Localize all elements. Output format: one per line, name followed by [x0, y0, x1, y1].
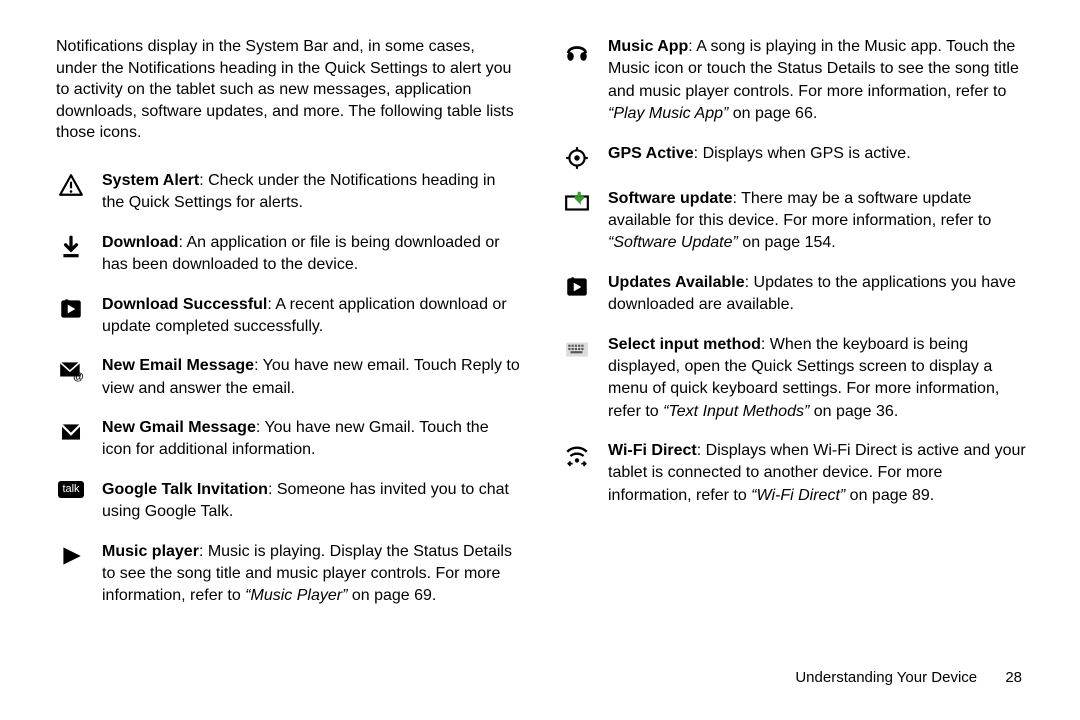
item-title: New Gmail Message: [102, 419, 256, 436]
footer-section: Understanding Your Device: [795, 669, 977, 686]
item-new-email: @ New Email Message: You have new email.…: [56, 355, 520, 400]
item-download: Download: An application or file is bein…: [56, 232, 520, 277]
item-text: Select input method: When the keyboard i…: [608, 334, 1026, 424]
page-footer: Understanding Your Device 28: [795, 669, 1022, 686]
item-ref-tail: on page 154.: [738, 234, 836, 251]
item-ref-tail: on page 66.: [728, 105, 817, 122]
right-column: Music App: A song is playing in the Musi…: [562, 36, 1026, 608]
item-title: System Alert: [102, 172, 199, 189]
item-text: Software update: There may be a software…: [608, 188, 1026, 255]
download-icon: [56, 232, 86, 260]
headphones-icon: [562, 36, 592, 64]
item-title: Google Talk Invitation: [102, 481, 268, 498]
item-ref-tail: on page 89.: [845, 487, 934, 504]
item-text: Wi-Fi Direct: Displays when Wi-Fi Direct…: [608, 440, 1026, 507]
item-text: Updates Available: Updates to the applic…: [608, 272, 1026, 317]
right-item-list: Music App: A song is playing in the Musi…: [562, 36, 1026, 507]
item-text: Music player: Music is playing. Display …: [102, 541, 520, 608]
item-title: Download Successful: [102, 296, 267, 313]
left-item-list: System Alert: Check under the Notificati…: [56, 170, 520, 608]
item-download-successful: Download Successful: A recent applicatio…: [56, 294, 520, 339]
item-title: New Email Message: [102, 357, 254, 374]
page-columns: Notifications display in the System Bar …: [56, 36, 1026, 608]
wifi-direct-icon: [562, 440, 592, 468]
item-title: Updates Available: [608, 274, 745, 291]
updates-available-icon: [562, 272, 592, 300]
item-gps-active: GPS Active: Displays when GPS is active.: [562, 143, 1026, 171]
gmail-icon: [56, 417, 86, 445]
item-select-input-method: Select input method: When the keyboard i…: [562, 334, 1026, 424]
left-column: Notifications display in the System Bar …: [56, 36, 520, 608]
email-icon: @: [56, 355, 86, 383]
item-text: Google Talk Invitation: Someone has invi…: [102, 479, 520, 524]
item-new-gmail: New Gmail Message: You have new Gmail. T…: [56, 417, 520, 462]
item-music-player: Music player: Music is playing. Display …: [56, 541, 520, 608]
item-text: New Email Message: You have new email. T…: [102, 355, 520, 400]
item-ref: “Music Player”: [245, 587, 347, 604]
item-updates-available: Updates Available: Updates to the applic…: [562, 272, 1026, 317]
item-ref: “Text Input Methods”: [663, 403, 809, 420]
item-text: GPS Active: Displays when GPS is active.: [608, 143, 1026, 165]
footer-page-number: 28: [1005, 669, 1022, 686]
software-update-icon: [562, 188, 592, 216]
download-successful-icon: [56, 294, 86, 322]
keyboard-icon: [562, 334, 592, 362]
alert-icon: [56, 170, 86, 198]
item-text: System Alert: Check under the Notificati…: [102, 170, 520, 215]
item-title: Music player: [102, 543, 199, 560]
intro-paragraph: Notifications display in the System Bar …: [56, 36, 520, 144]
item-ref: “Wi-Fi Direct”: [751, 487, 845, 504]
item-title: Download: [102, 234, 178, 251]
item-title: Software update: [608, 190, 732, 207]
item-text: Music App: A song is playing in the Musi…: [608, 36, 1026, 126]
play-icon: [56, 541, 86, 569]
item-ref-tail: on page 69.: [347, 587, 436, 604]
item-title: Select input method: [608, 336, 761, 353]
item-ref-tail: on page 36.: [809, 403, 898, 420]
item-software-update: Software update: There may be a software…: [562, 188, 1026, 255]
item-title: Music App: [608, 38, 688, 55]
item-text: New Gmail Message: You have new Gmail. T…: [102, 417, 520, 462]
svg-text:@: @: [73, 371, 84, 383]
item-google-talk: talk Google Talk Invitation: Someone has…: [56, 479, 520, 524]
item-text: Download Successful: A recent applicatio…: [102, 294, 520, 339]
item-ref: “Play Music App”: [608, 105, 728, 122]
item-text: Download: An application or file is bein…: [102, 232, 520, 277]
talk-badge-label: talk: [58, 481, 83, 498]
item-body: : Displays when GPS is active.: [694, 145, 911, 162]
item-ref: “Software Update”: [608, 234, 738, 251]
item-title: Wi-Fi Direct: [608, 442, 697, 459]
item-music-app: Music App: A song is playing in the Musi…: [562, 36, 1026, 126]
item-wifi-direct: Wi-Fi Direct: Displays when Wi-Fi Direct…: [562, 440, 1026, 507]
gps-icon: [562, 143, 592, 171]
item-system-alert: System Alert: Check under the Notificati…: [56, 170, 520, 215]
item-title: GPS Active: [608, 145, 694, 162]
talk-icon: talk: [56, 479, 86, 498]
